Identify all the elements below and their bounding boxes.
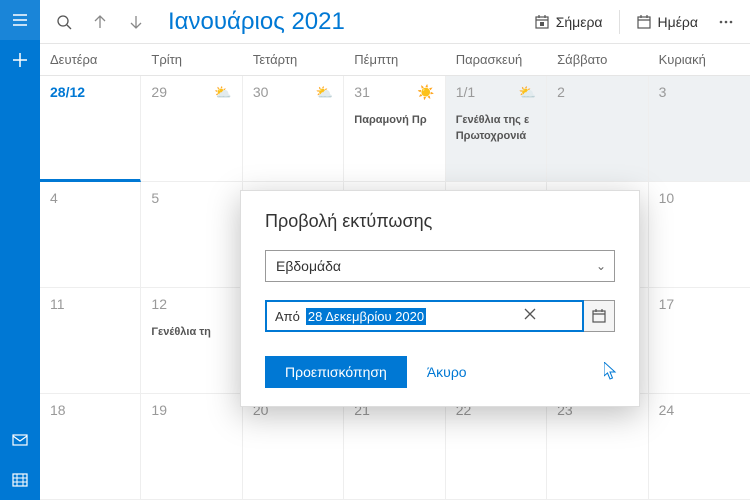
today-icon bbox=[534, 14, 550, 30]
calendar-cell[interactable]: 31☀️Παραμονή Πρ bbox=[344, 76, 445, 182]
mail-button[interactable] bbox=[0, 420, 40, 460]
calendar-cell[interactable]: 5 bbox=[141, 182, 242, 288]
calendar-button[interactable] bbox=[0, 460, 40, 500]
calendar-cell[interactable]: 23 bbox=[547, 394, 648, 500]
calendar-cell[interactable]: 4 bbox=[40, 182, 141, 288]
today-label: Σήμερα bbox=[556, 14, 603, 30]
from-date-value: 28 Δεκεμβρίου 2020 bbox=[306, 308, 426, 325]
calendar-cell[interactable]: 21 bbox=[344, 394, 445, 500]
cell-date: 19 bbox=[151, 402, 231, 418]
add-button[interactable] bbox=[0, 40, 40, 80]
view-label: Ημέρα bbox=[658, 14, 698, 30]
calendar-cell[interactable]: 30⛅ bbox=[243, 76, 344, 182]
day-header: Πέμπτη bbox=[344, 44, 445, 75]
cell-date: 10 bbox=[659, 190, 740, 206]
arrow-down-icon bbox=[128, 14, 144, 30]
cell-date: 5 bbox=[151, 190, 231, 206]
hamburger-icon bbox=[12, 12, 28, 28]
clear-date-button[interactable] bbox=[516, 300, 544, 328]
prev-button[interactable] bbox=[84, 8, 116, 36]
weather-icon: ⛅ bbox=[316, 84, 333, 101]
select-value: Εβδομάδα bbox=[276, 258, 341, 274]
day-header: Τετάρτη bbox=[243, 44, 344, 75]
weather-icon: ⛅ bbox=[519, 84, 536, 101]
calendar-cell[interactable]: 12 Γενέθλια τη bbox=[141, 288, 242, 394]
calendar-cell[interactable]: 18 bbox=[40, 394, 141, 500]
ellipsis-icon bbox=[718, 14, 734, 30]
menu-button[interactable] bbox=[0, 0, 40, 40]
cell-date: 2 bbox=[557, 84, 637, 100]
plus-icon bbox=[12, 52, 28, 68]
toolbar: Ιανουάριος 2021 Σήμερα Ημέρα bbox=[40, 0, 750, 44]
arrow-up-icon bbox=[92, 14, 108, 30]
calendar-cell[interactable]: 3 bbox=[649, 76, 750, 182]
cell-date: 24 bbox=[659, 402, 740, 418]
more-button[interactable] bbox=[710, 8, 742, 36]
calendar-cell[interactable]: 22 bbox=[446, 394, 547, 500]
today-button[interactable]: Σήμερα bbox=[526, 8, 611, 36]
day-headers: ΔευτέραΤρίτηΤετάρτηΠέμπτηΠαρασκευήΣάββατ… bbox=[40, 44, 750, 76]
chevron-down-icon: ⌄ bbox=[596, 259, 606, 273]
mail-icon bbox=[12, 432, 28, 448]
cell-date: 28/12 bbox=[50, 84, 130, 100]
event-label[interactable]: Γενέθλια τη bbox=[151, 326, 231, 338]
event-label[interactable]: Πρωτοχρονιά bbox=[456, 130, 536, 142]
cell-date: 11 bbox=[50, 296, 130, 312]
calendar-cell[interactable]: 10 bbox=[649, 182, 750, 288]
day-header: Σάββατο bbox=[547, 44, 648, 75]
cell-date: 18 bbox=[50, 402, 130, 418]
sidebar bbox=[0, 0, 40, 500]
day-header: Τρίτη bbox=[141, 44, 242, 75]
range-select[interactable]: Εβδομάδα ⌄ bbox=[265, 250, 615, 282]
day-view-icon bbox=[636, 14, 652, 30]
cell-date: 12 bbox=[151, 296, 231, 312]
date-picker-button[interactable] bbox=[583, 300, 615, 332]
calendar-cell[interactable]: 17 bbox=[649, 288, 750, 394]
main-content: Ιανουάριος 2021 Σήμερα Ημέρα ΔευτέραΤρίτ… bbox=[40, 0, 750, 500]
day-header: Δευτέρα bbox=[40, 44, 141, 75]
calendar-cell[interactable]: 24 bbox=[649, 394, 750, 500]
event-label[interactable]: Γενέθλια της ε bbox=[456, 114, 536, 126]
cell-date: 4 bbox=[50, 190, 130, 206]
calendar-cell[interactable]: 19 bbox=[141, 394, 242, 500]
search-icon bbox=[56, 14, 72, 30]
day-header: Παρασκευή bbox=[446, 44, 547, 75]
calendar-cell[interactable]: 2 bbox=[547, 76, 648, 182]
cell-date: 17 bbox=[659, 296, 740, 312]
dialog-title: Προβολή εκτύπωσης bbox=[265, 211, 615, 232]
calendar-cell[interactable]: 28/12 bbox=[40, 76, 141, 182]
calendar-icon bbox=[591, 308, 607, 324]
calendar-cell[interactable]: 1/1⛅Γενέθλια της εΠρωτοχρονιά bbox=[446, 76, 547, 182]
search-button[interactable] bbox=[48, 8, 80, 36]
calendar-cell[interactable]: 29⛅ bbox=[141, 76, 242, 182]
cell-date: 3 bbox=[659, 84, 740, 100]
month-title[interactable]: Ιανουάριος 2021 bbox=[168, 8, 345, 36]
weather-icon: ⛅ bbox=[214, 84, 231, 101]
calendar-cell[interactable]: 20 bbox=[243, 394, 344, 500]
preview-button[interactable]: Προεπισκόπηση bbox=[265, 356, 407, 388]
day-header: Κυριακή bbox=[649, 44, 750, 75]
print-preview-dialog: Προβολή εκτύπωσης Εβδομάδα ⌄ Από 28 Δεκε… bbox=[240, 190, 640, 407]
close-icon bbox=[523, 307, 537, 321]
calendar-cell[interactable]: 11 bbox=[40, 288, 141, 394]
calendar-grid-icon bbox=[12, 472, 28, 488]
from-label: Από bbox=[275, 309, 300, 324]
weather-icon: ☀️ bbox=[417, 84, 434, 101]
cancel-button[interactable]: Άκυρο bbox=[427, 364, 467, 380]
next-button[interactable] bbox=[120, 8, 152, 36]
divider bbox=[619, 10, 620, 34]
event-label[interactable]: Παραμονή Πρ bbox=[354, 114, 434, 126]
view-button[interactable]: Ημέρα bbox=[628, 8, 706, 36]
